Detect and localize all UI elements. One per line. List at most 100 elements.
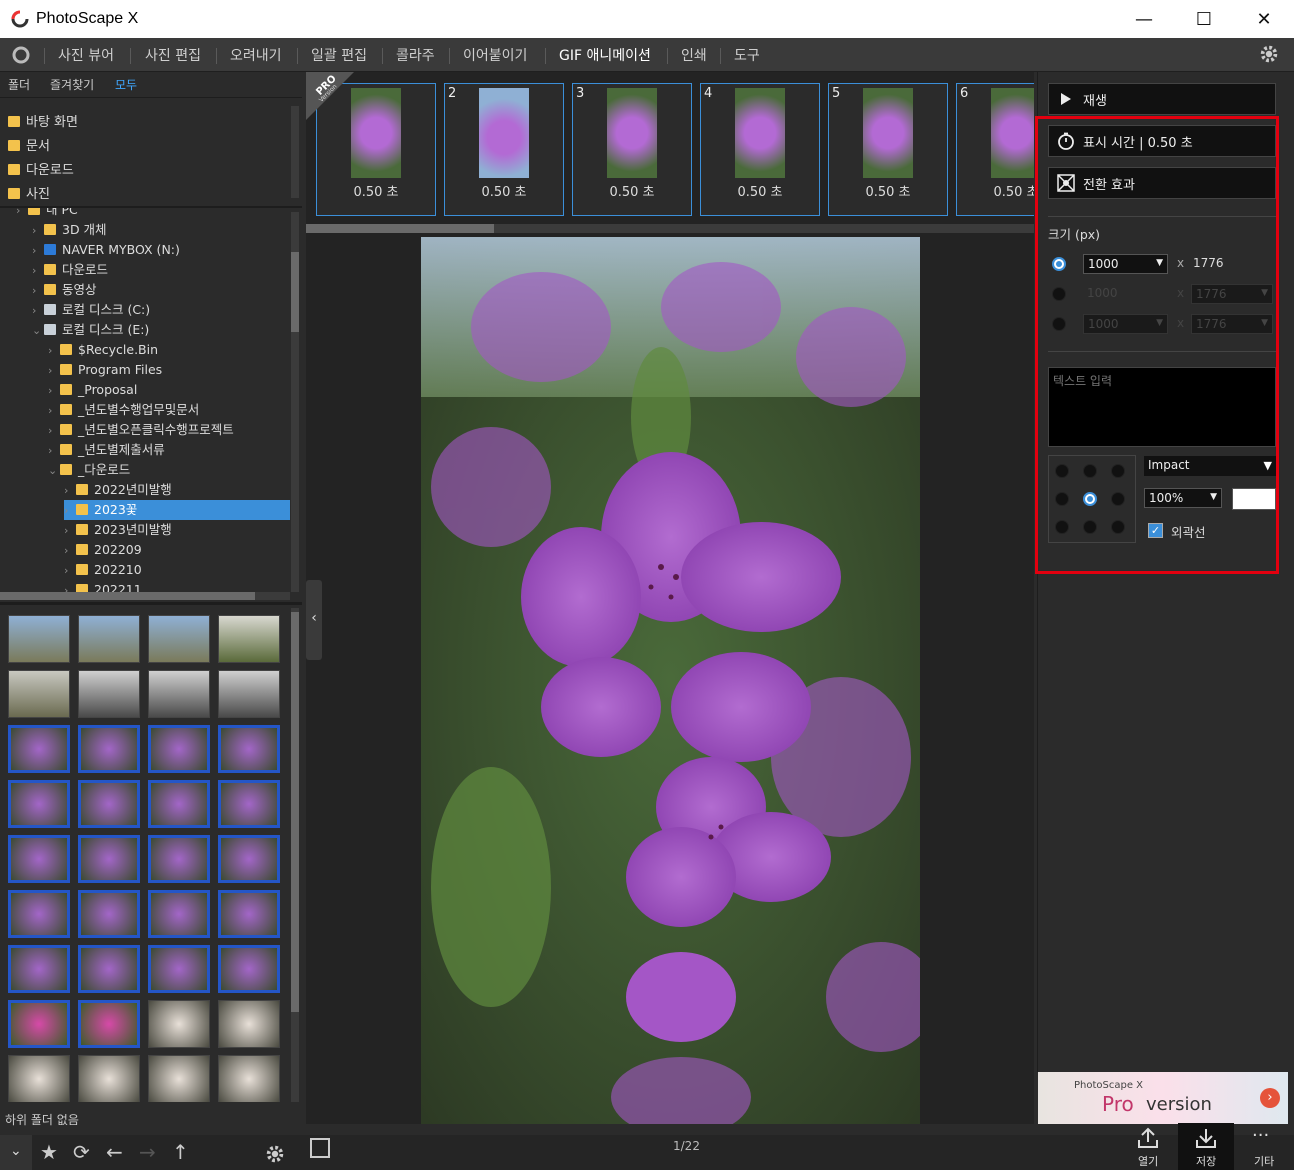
photo-thumbnail[interactable] [218,890,280,938]
gif-frame[interactable]: 3 0.50 초 [572,83,692,216]
photo-thumbnail[interactable] [148,835,210,883]
chevron-icon[interactable]: › [48,341,60,361]
thumb-scrollbar[interactable] [291,608,299,1102]
tree-item[interactable]: › _Proposal [48,380,137,400]
chevron-icon[interactable]: › [16,208,28,221]
photo-thumbnail[interactable] [78,725,140,773]
frame-scrollbar[interactable] [306,224,1034,233]
tree-item[interactable]: › _년도별오픈클릭수행프로젝트 [48,420,234,440]
photo-thumbnail[interactable] [78,890,140,938]
chevron-icon[interactable]: › [48,441,60,461]
photo-thumbnail[interactable] [148,890,210,938]
play-button[interactable]: 재생 [1048,83,1276,115]
more-button[interactable]: ··· 기타 [1236,1125,1292,1170]
tree-hscrollbar[interactable] [0,592,290,600]
menu-combine[interactable]: 이어붙이기 [463,45,527,65]
photo-thumbnail[interactable] [148,725,210,773]
photo-thumbnail[interactable] [78,1055,140,1102]
text-position-radio[interactable] [1111,492,1125,506]
tree-item[interactable]: › _년도별제출서류 [48,440,165,460]
photo-thumbnail[interactable] [78,835,140,883]
text-position-radio[interactable] [1111,520,1125,534]
arrow-right-icon[interactable]: → [139,1140,156,1164]
photo-thumbnail[interactable] [218,725,280,773]
photo-thumbnail[interactable] [218,1000,280,1048]
photo-thumbnail[interactable] [78,1000,140,1048]
text-position-radio[interactable] [1083,520,1097,534]
menu-batch-editor[interactable]: 일괄 편집 [311,45,367,65]
menu-cut-out[interactable]: 오려내기 [230,45,282,65]
photo-thumbnail[interactable] [148,1055,210,1102]
tree-item[interactable]: › 로컬 디스크 (C:) [32,300,150,320]
chevron-icon[interactable]: › [32,261,44,281]
menu-collage[interactable]: 콜라주 [396,45,435,65]
ad-next-icon[interactable]: › [1260,1088,1280,1108]
tab-favorites[interactable]: 즐겨찾기 [50,76,94,93]
chevron-icon[interactable]: › [48,401,60,421]
chevron-icon[interactable]: ⌄ [32,321,44,341]
tree-item[interactable]: › _년도별수행업무및문서 [48,400,199,420]
tree-item[interactable]: › $Recycle.Bin [48,340,158,360]
frame-toggle-icon[interactable] [310,1138,330,1158]
chevron-icon[interactable]: › [48,381,60,401]
tree-item[interactable]: › 3D 개체 [32,220,107,240]
tree-item[interactable]: ⌄ _다운로드 [48,460,130,480]
tree-item[interactable]: › 2022년미발행 [64,480,172,500]
bottom-menu-button[interactable]: ⌄ [0,1135,32,1170]
gif-frame[interactable]: 4 0.50 초 [700,83,820,216]
menu-gif-animation[interactable]: GIF 애니메이션 [559,45,651,65]
menu-print[interactable]: 인쇄 [681,45,707,65]
chevron-icon[interactable]: › [32,221,44,241]
text-position-radio[interactable] [1055,520,1069,534]
chevron-icon[interactable]: › [64,501,76,521]
photo-thumbnail[interactable] [148,615,210,663]
collapse-left-button[interactable]: ‹ [306,580,322,660]
tab-folder[interactable]: 폴더 [8,76,30,93]
photo-thumbnail[interactable] [8,725,70,773]
arrow-up-icon[interactable]: ↑ [172,1140,189,1164]
photo-thumbnail[interactable] [8,835,70,883]
text-position-radio[interactable] [1083,492,1097,506]
photo-thumbnail[interactable] [8,780,70,828]
arrow-left-icon[interactable]: ← [106,1140,123,1164]
tree-item[interactable]: › 202209 [64,540,142,560]
fav-desktop[interactable]: 바탕 화면 [8,111,78,130]
photo-thumbnail[interactable] [8,1000,70,1048]
photo-thumbnail[interactable] [148,780,210,828]
tree-item[interactable]: › NAVER MYBOX (N:) [32,240,180,260]
tree-item-selected[interactable]: › 2023꽃 [64,500,290,520]
photo-thumbnail[interactable] [218,945,280,993]
close-icon[interactable]: ✕ [1234,0,1294,38]
chevron-icon[interactable]: › [32,301,44,321]
photo-thumbnail[interactable] [218,615,280,663]
chevron-icon[interactable]: › [64,541,76,561]
menu-photo-viewer[interactable]: 사진 뷰어 [58,45,114,65]
tree-item[interactable]: ⌄ 로컬 디스크 (E:) [32,320,149,340]
chevron-icon[interactable]: › [64,561,76,581]
star-icon[interactable]: ★ [40,1140,58,1164]
text-position-radio[interactable] [1083,464,1097,478]
photo-thumbnail[interactable] [8,945,70,993]
chevron-icon[interactable]: › [64,521,76,541]
chevron-icon[interactable]: ⌄ [48,461,60,481]
photo-thumbnail[interactable] [8,615,70,663]
photo-thumbnail[interactable] [8,890,70,938]
chevron-icon[interactable]: › [48,421,60,441]
photo-thumbnail[interactable] [218,1055,280,1102]
tree-item[interactable]: › 내 PC [16,208,78,220]
browser-settings-gear-icon[interactable] [264,1143,286,1165]
maximize-icon[interactable]: ☐ [1174,0,1234,38]
refresh-icon[interactable]: ⟳ [73,1140,90,1164]
tree-item[interactable]: › 동영상 [32,280,97,300]
menu-photo-editor[interactable]: 사진 편집 [145,45,201,65]
text-position-radio[interactable] [1111,464,1125,478]
chevron-icon[interactable]: › [32,241,44,261]
save-button[interactable]: 저장 [1178,1123,1234,1170]
fav-downloads[interactable]: 다운로드 [8,159,74,178]
settings-gear-icon[interactable] [1258,43,1280,65]
photo-thumbnail[interactable] [218,670,280,718]
chevron-icon[interactable]: › [48,361,60,381]
gif-frame[interactable]: 5 0.50 초 [828,83,948,216]
photo-thumbnail[interactable] [78,670,140,718]
photo-thumbnail[interactable] [8,1055,70,1102]
